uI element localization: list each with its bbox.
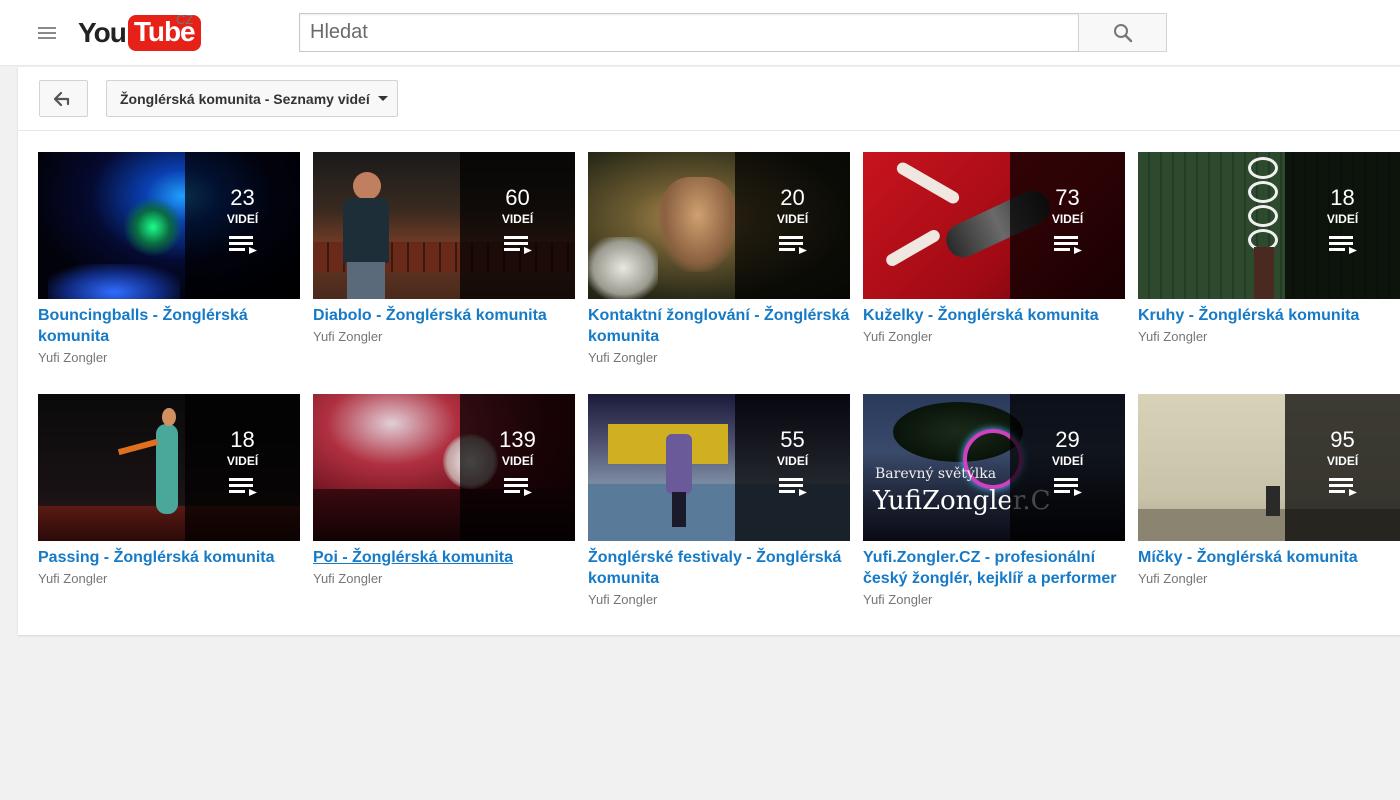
playlist-item: 60 VIDEÍ Diabolo - Žonglérská komunita Y… xyxy=(313,152,575,347)
playlist-thumbnail[interactable]: Barevný světýlka YufiZongler.C 29 VIDEÍ xyxy=(863,394,1125,541)
playlist-item: 95 VIDEÍ Míčky - Žonglérská komunita Yuf… xyxy=(1138,394,1400,589)
playlist-owner[interactable]: Yufi Zongler xyxy=(38,348,300,368)
playlist-title[interactable]: Kuželky - Žonglérská komunita xyxy=(863,305,1125,326)
playlist-owner[interactable]: Yufi Zongler xyxy=(1138,569,1400,589)
playlist-item: Barevný světýlka YufiZongler.C 29 VIDEÍ … xyxy=(863,394,1125,610)
playlist-title[interactable]: Bouncingballs - Žonglérská komunita xyxy=(38,305,300,347)
search-box xyxy=(299,13,1079,52)
playlist-item: 23 VIDEÍ Bouncingballs - Žonglérská komu… xyxy=(38,152,300,368)
playlist-owner[interactable]: Yufi Zongler xyxy=(313,327,575,347)
playlist-icon xyxy=(503,236,532,254)
back-arrow-icon xyxy=(53,91,69,106)
playlist-icon xyxy=(1328,236,1357,254)
menu-icon[interactable] xyxy=(30,20,64,46)
playlist-overlay: 73 VIDEÍ xyxy=(1010,152,1125,299)
playlist-overlay: 18 VIDEÍ xyxy=(185,394,300,541)
playlist-title[interactable]: Kontaktní žonglování - Žonglérská komuni… xyxy=(588,305,850,347)
video-count: 55 xyxy=(780,427,805,452)
video-count-unit: VIDEÍ xyxy=(1326,454,1359,468)
playlist-thumbnail[interactable]: 139 VIDEÍ xyxy=(313,394,575,541)
search-button[interactable] xyxy=(1078,13,1167,52)
playlist-icon xyxy=(1328,478,1357,496)
playlist-thumbnail[interactable]: 23 VIDEÍ xyxy=(38,152,300,299)
playlist-section-dropdown[interactable]: Žonglérská komunita - Seznamy videí xyxy=(106,80,398,117)
playlist-item: 55 VIDEÍ Žonglérské festivaly - Žonglérs… xyxy=(588,394,850,610)
playlist-owner[interactable]: Yufi Zongler xyxy=(863,590,1125,610)
playlist-icon xyxy=(228,236,257,254)
thumbnail-caption: Barevný světýlka xyxy=(875,466,997,482)
video-count: 29 xyxy=(1055,427,1080,452)
playlist-title[interactable]: Žonglérské festivaly - Žonglérská komuni… xyxy=(588,547,850,589)
video-count-unit: VIDEÍ xyxy=(1326,212,1359,226)
playlist-title[interactable]: Míčky - Žonglérská komunita xyxy=(1138,547,1400,568)
video-count-unit: VIDEÍ xyxy=(776,212,809,226)
channel-toolbar: Žonglérská komunita - Seznamy videí xyxy=(18,67,1400,131)
playlist-overlay: 55 VIDEÍ xyxy=(735,394,850,541)
playlist-title[interactable]: Diabolo - Žonglérská komunita xyxy=(313,305,575,326)
video-count: 18 xyxy=(230,427,255,452)
playlist-title[interactable]: Passing - Žonglérská komunita xyxy=(38,547,300,568)
playlist-icon xyxy=(778,478,807,496)
playlist-item: 139 VIDEÍ Poi - Žonglérská komunita Yufi… xyxy=(313,394,575,589)
playlist-thumbnail[interactable]: 55 VIDEÍ xyxy=(588,394,850,541)
video-count-unit: VIDEÍ xyxy=(1051,212,1084,226)
playlist-icon xyxy=(778,236,807,254)
playlist-thumbnail[interactable]: 18 VIDEÍ xyxy=(38,394,300,541)
playlist-owner[interactable]: Yufi Zongler xyxy=(1138,327,1400,347)
video-count-unit: VIDEÍ xyxy=(501,212,534,226)
video-count: 20 xyxy=(780,185,805,210)
logo-you-text: You xyxy=(78,17,127,48)
playlist-thumbnail[interactable]: 18 VIDEÍ xyxy=(1138,152,1400,299)
playlist-title[interactable]: Kruhy - Žonglérská komunita xyxy=(1138,305,1400,326)
playlist-overlay: 139 VIDEÍ xyxy=(460,394,575,541)
video-count: 95 xyxy=(1330,427,1355,452)
video-count-unit: VIDEÍ xyxy=(226,454,259,468)
playlist-icon xyxy=(228,478,257,496)
playlist-icon xyxy=(1053,478,1082,496)
video-count: 73 xyxy=(1055,185,1080,210)
playlist-overlay: 23 VIDEÍ xyxy=(185,152,300,299)
playlist-section-label: Žonglérská komunita - Seznamy videí xyxy=(120,90,370,107)
playlist-icon xyxy=(503,478,532,496)
playlist-thumbnail[interactable]: 20 VIDEÍ xyxy=(588,152,850,299)
playlist-owner[interactable]: Yufi Zongler xyxy=(313,569,575,589)
masthead: You Tube CZ xyxy=(0,0,1400,66)
playlist-overlay: 29 VIDEÍ xyxy=(1010,394,1125,541)
playlist-thumbnail[interactable]: 73 VIDEÍ xyxy=(863,152,1125,299)
playlist-item: 18 VIDEÍ Kruhy - Žonglérská komunita Yuf… xyxy=(1138,152,1400,347)
playlist-icon xyxy=(1053,236,1082,254)
logo-country-code: CZ xyxy=(176,12,194,27)
video-count: 139 xyxy=(499,427,536,452)
video-count: 23 xyxy=(230,185,255,210)
video-count: 18 xyxy=(1330,185,1355,210)
playlist-title[interactable]: Yufi.Zongler.CZ - profesionální český žo… xyxy=(863,547,1125,589)
playlist-thumbnail[interactable]: 95 VIDEÍ xyxy=(1138,394,1400,541)
video-count: 60 xyxy=(505,185,530,210)
playlist-owner[interactable]: Yufi Zongler xyxy=(863,327,1125,347)
playlist-item: 73 VIDEÍ Kuželky - Žonglérská komunita Y… xyxy=(863,152,1125,347)
video-count-unit: VIDEÍ xyxy=(776,454,809,468)
playlist-owner[interactable]: Yufi Zongler xyxy=(588,348,850,368)
playlist-item: 20 VIDEÍ Kontaktní žonglování - Žonglérs… xyxy=(588,152,850,368)
caret-down-icon xyxy=(377,96,388,101)
search-input[interactable] xyxy=(300,14,1078,51)
playlist-overlay: 18 VIDEÍ xyxy=(1285,152,1400,299)
video-count-unit: VIDEÍ xyxy=(226,212,259,226)
playlist-owner[interactable]: Yufi Zongler xyxy=(588,590,850,610)
playlist-item: 18 VIDEÍ Passing - Žonglérská komunita Y… xyxy=(38,394,300,589)
video-count-unit: VIDEÍ xyxy=(1051,454,1084,468)
playlists-panel: Žonglérská komunita - Seznamy videí 23 V… xyxy=(18,67,1400,635)
search-icon xyxy=(1113,23,1132,42)
playlist-overlay: 20 VIDEÍ xyxy=(735,152,850,299)
video-count-unit: VIDEÍ xyxy=(501,454,534,468)
playlist-title[interactable]: Poi - Žonglérská komunita xyxy=(313,547,575,568)
playlist-overlay: 95 VIDEÍ xyxy=(1285,394,1400,541)
playlist-owner[interactable]: Yufi Zongler xyxy=(38,569,300,589)
back-button[interactable] xyxy=(39,80,88,117)
playlist-overlay: 60 VIDEÍ xyxy=(460,152,575,299)
playlist-thumbnail[interactable]: 60 VIDEÍ xyxy=(313,152,575,299)
